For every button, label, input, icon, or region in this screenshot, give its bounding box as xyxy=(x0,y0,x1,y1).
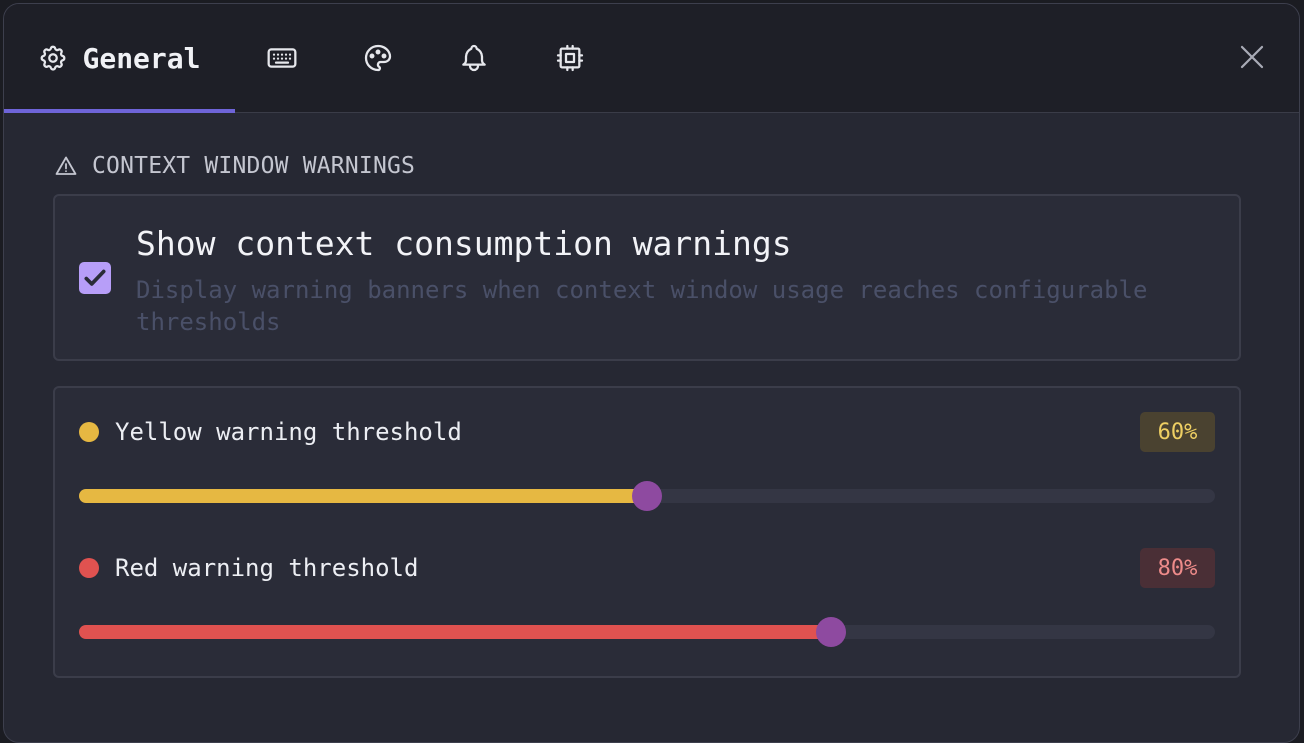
bell-icon xyxy=(458,42,490,74)
red-threshold-label: Red warning threshold xyxy=(115,554,419,582)
close-button[interactable] xyxy=(1235,40,1269,74)
tab-keyboard[interactable] xyxy=(252,4,312,112)
section-title: CONTEXT WINDOW WARNINGS xyxy=(92,153,416,179)
tab-bar: General xyxy=(4,4,1299,113)
tab-appearance[interactable] xyxy=(348,4,408,112)
slider-thumb[interactable] xyxy=(816,617,847,647)
tab-notifications[interactable] xyxy=(444,4,504,112)
yellow-threshold-row: Yellow warning threshold 60% xyxy=(79,412,1215,452)
yellow-dot-icon xyxy=(79,422,99,442)
active-tab-indicator xyxy=(4,109,235,113)
section-header: CONTEXT WINDOW WARNINGS xyxy=(54,149,415,183)
red-threshold-slider[interactable] xyxy=(79,617,1215,647)
settings-dialog: General CONTEXT WINDOW WARNINGS Show con… xyxy=(3,3,1300,743)
yellow-threshold-slider[interactable] xyxy=(79,481,1215,511)
palette-icon xyxy=(362,42,394,74)
yellow-threshold-value: 60% xyxy=(1140,412,1215,452)
keyboard-icon xyxy=(266,42,298,74)
gear-icon xyxy=(38,43,68,73)
yellow-threshold-label: Yellow warning threshold xyxy=(115,418,462,446)
tab-models[interactable] xyxy=(540,4,600,112)
tab-general-label: General xyxy=(82,41,201,75)
slider-fill xyxy=(79,625,832,639)
red-dot-icon xyxy=(79,558,99,578)
red-threshold-row: Red warning threshold 80% xyxy=(79,548,1215,588)
warnings-toggle-card: Show context consumption warnings Displa… xyxy=(53,194,1241,361)
warnings-checkbox[interactable] xyxy=(79,262,111,294)
warnings-toggle-description: Display warning banners when context win… xyxy=(136,276,1148,336)
warning-triangle-icon xyxy=(54,154,78,178)
slider-thumb[interactable] xyxy=(632,481,662,511)
tab-general[interactable]: General xyxy=(4,4,235,113)
checkmark-icon xyxy=(82,265,108,291)
red-threshold-value: 80% xyxy=(1140,548,1215,588)
chip-icon xyxy=(554,42,586,74)
thresholds-card: Yellow warning threshold 60% Red warning… xyxy=(53,386,1241,678)
slider-fill xyxy=(79,489,647,503)
warnings-toggle-title: Show context consumption warnings xyxy=(136,224,792,263)
close-icon xyxy=(1237,42,1267,72)
